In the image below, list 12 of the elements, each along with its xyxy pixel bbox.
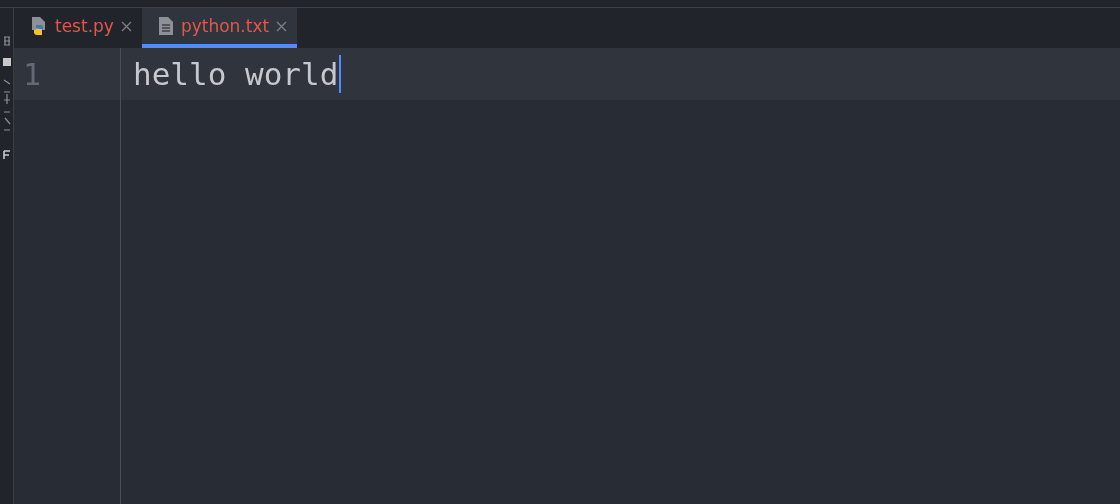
close-icon[interactable] [120,20,132,32]
panel-icon[interactable] [2,36,11,46]
line-number: 1 [22,56,42,92]
file-tab[interactable]: python.txt [141,8,298,48]
code-editor[interactable]: hello world [121,48,1120,504]
text-file-icon [157,16,174,36]
square-icon[interactable] [2,58,11,66]
python-file-icon [30,16,48,36]
code-line: hello world [132,56,339,92]
file-tab[interactable]: test.py [14,8,142,48]
close-icon[interactable] [276,20,288,32]
text-cursor [339,55,342,93]
